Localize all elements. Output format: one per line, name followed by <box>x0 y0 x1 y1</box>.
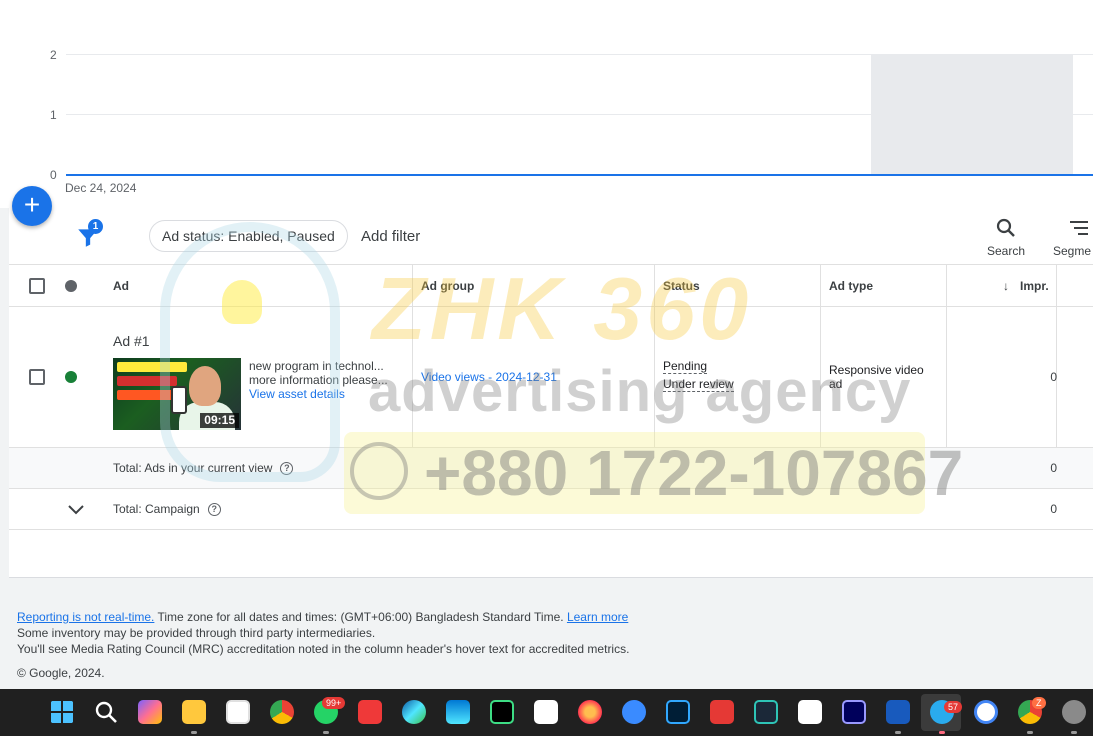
vivaldi-icon[interactable] <box>358 700 382 724</box>
timezone-text: Time zone for all dates and times: (GMT+… <box>154 610 567 624</box>
ad-group-link[interactable]: Video views - 2024-12-31 <box>421 370 557 384</box>
running-indicator <box>191 731 197 734</box>
reporting-link[interactable]: Reporting is not real-time. <box>17 610 154 624</box>
status-column-header[interactable]: Status <box>663 265 700 306</box>
video-duration: 09:15 <box>200 413 239 428</box>
help-icon[interactable]: ? <box>280 462 294 476</box>
table-header: Ad Ad group Status Ad type ↓ Impr. <box>9 265 1093 307</box>
running-indicator <box>1071 731 1077 734</box>
file-explorer-icon[interactable] <box>182 700 206 724</box>
page-footer: Reporting is not real-time. Time zone fo… <box>17 609 629 681</box>
total-view-text: Total: Ads in your current view <box>113 461 273 475</box>
ads-table-card: 1 Ad status: Enabled, Paused Add filter … <box>9 208 1093 578</box>
impr-value: 0 <box>1050 370 1057 384</box>
ad-status-filter-chip[interactable]: Ad status: Enabled, Paused <box>149 220 348 252</box>
add-filter-button[interactable]: Add filter <box>361 228 420 245</box>
segment-button[interactable]: Segme <box>1047 216 1093 258</box>
total-view-row: Total: Ads in your current view? 0 <box>9 448 1093 489</box>
anydesk-icon[interactable] <box>710 700 734 724</box>
row-checkbox[interactable] <box>29 369 45 385</box>
settings-gear-icon[interactable] <box>1062 700 1086 724</box>
series-line[interactable] <box>66 174 1093 176</box>
status-column-dot <box>65 280 77 292</box>
sync-icon[interactable] <box>622 700 646 724</box>
impr-column-header[interactable]: Impr. <box>1020 265 1049 306</box>
running-indicator <box>1027 731 1033 734</box>
footer-line: Some inventory may be provided through t… <box>17 626 376 640</box>
thumbnail-banner <box>117 362 187 372</box>
total-view-label: Total: Ads in your current view? <box>113 461 294 476</box>
total-campaign-row: Total: Campaign? 0 <box>9 489 1093 530</box>
microsoft-store-icon[interactable] <box>446 700 470 724</box>
total-campaign-label: Total: Campaign? <box>113 502 221 517</box>
thumbnail-phone <box>171 386 187 414</box>
search-icon[interactable] <box>94 700 118 724</box>
view-asset-details-link[interactable]: View asset details <box>249 387 345 401</box>
running-indicator <box>939 731 945 734</box>
chrome-profile-badge: Z <box>1032 697 1046 709</box>
footer-line: Reporting is not real-time. Time zone fo… <box>17 609 629 625</box>
ad-type-column-header[interactable]: Ad type <box>829 265 873 306</box>
footer-line: You'll see Media Rating Council (MRC) ac… <box>17 642 630 656</box>
total-campaign-impr: 0 <box>1050 502 1057 516</box>
ad-description-line: more information please... <box>249 373 388 387</box>
ad-column-header[interactable]: Ad <box>113 265 129 306</box>
incomplete-data-shade <box>871 55 1073 174</box>
y-tick-label: 1 <box>50 108 57 122</box>
copyright: © Google, 2024. <box>17 666 105 680</box>
status-pending[interactable]: Pending <box>663 359 708 374</box>
accessibility-icon[interactable] <box>974 700 998 724</box>
ad-description-line: new program in technol... <box>249 359 384 373</box>
y-tick-label: 2 <box>50 48 57 62</box>
table-row[interactable]: Ad #1 09:15 new program in technol... mo… <box>9 307 1093 448</box>
ad-name: Ad #1 <box>113 333 150 349</box>
video-thumbnail[interactable]: 09:15 <box>113 358 241 430</box>
premiere-pro-icon[interactable] <box>842 700 866 724</box>
ads-report-page: 2 1 0 Dec 24, 2024 + 1 Ad status: Enable… <box>0 0 1093 736</box>
ad-group-column-header[interactable]: Ad group <box>421 265 474 306</box>
running-indicator <box>323 731 329 734</box>
search-button[interactable]: Search <box>976 216 1036 258</box>
learn-more-link[interactable]: Learn more <box>567 610 628 624</box>
photoshop-icon[interactable] <box>666 700 690 724</box>
word-icon[interactable] <box>886 700 910 724</box>
segment-icon <box>1070 221 1088 235</box>
copilot-icon[interactable] <box>138 700 162 724</box>
ad-type-line: Responsive video <box>829 363 924 377</box>
x-tick-label: Dec 24, 2024 <box>65 181 137 195</box>
whatsapp-notification-badge: 99+ <box>322 697 346 709</box>
sort-desc-icon[interactable]: ↓ <box>1003 265 1009 306</box>
telegram-notification-badge: 57 <box>944 701 963 713</box>
total-view-impr: 0 <box>1050 461 1057 475</box>
snipping-tool-icon[interactable] <box>226 700 250 724</box>
help-icon[interactable]: ? <box>207 503 221 517</box>
windows-start-icon[interactable] <box>50 700 74 724</box>
enabled-status-dot <box>65 371 77 383</box>
performance-chart: 2 1 0 Dec 24, 2024 <box>0 0 1093 208</box>
edge-icon[interactable] <box>402 700 426 724</box>
pycharm-icon[interactable] <box>490 700 514 724</box>
status-under-review[interactable]: Under review <box>663 377 734 392</box>
capcut-icon[interactable] <box>798 700 822 724</box>
segment-label: Segme <box>1053 244 1092 258</box>
capcut-icon[interactable] <box>534 700 558 724</box>
filmora-icon[interactable] <box>754 700 778 724</box>
windows-taskbar: 99+ 57 Z <box>0 689 1093 736</box>
create-button[interactable]: + <box>12 186 52 226</box>
table-toolbar: 1 Ad status: Enabled, Paused Add filter … <box>9 208 1093 265</box>
firefox-icon[interactable] <box>578 700 602 724</box>
running-indicator <box>895 731 901 734</box>
y-tick-label: 0 <box>50 168 57 182</box>
filter-count-badge: 1 <box>88 219 103 234</box>
thumbnail-banner <box>117 376 177 386</box>
chrome-icon[interactable] <box>270 700 294 724</box>
thumbnail-face <box>189 366 221 406</box>
select-all-checkbox[interactable] <box>29 278 45 294</box>
ad-type-line: ad <box>829 377 843 391</box>
search-label: Search <box>986 244 1026 258</box>
search-icon <box>996 218 1015 237</box>
chevron-down-icon[interactable] <box>67 502 85 516</box>
total-campaign-text: Total: Campaign <box>113 502 200 516</box>
